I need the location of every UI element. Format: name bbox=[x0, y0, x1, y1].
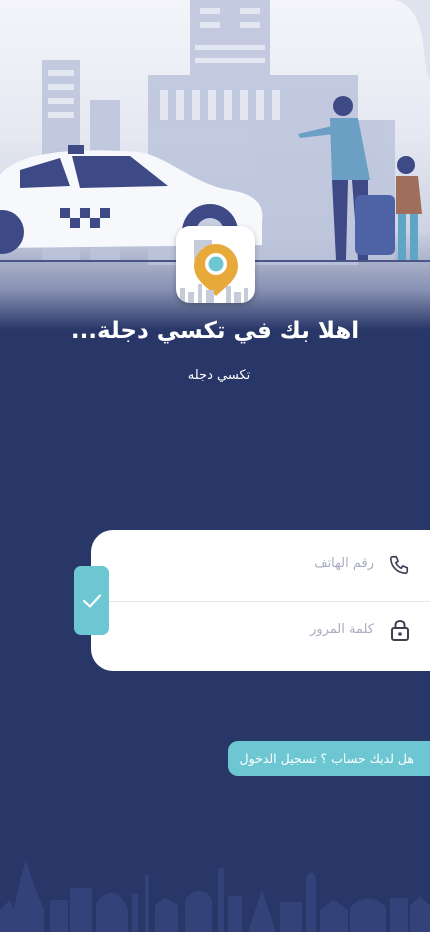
app-logo bbox=[176, 226, 255, 303]
login-form: رقم الهاتف كلمة المرور bbox=[91, 530, 430, 671]
welcome-title: اهلا بك في تكسي دجلة... bbox=[70, 318, 360, 344]
password-placeholder: كلمة المرور bbox=[310, 622, 374, 637]
phone-icon bbox=[388, 554, 410, 580]
check-icon bbox=[82, 593, 101, 608]
lock-icon bbox=[390, 619, 410, 645]
register-link-button[interactable]: هل لديك حساب ؟ تسجيل الدخول bbox=[228, 741, 430, 776]
phone-field[interactable]: رقم الهاتف bbox=[91, 530, 430, 600]
location-pin-icon bbox=[180, 240, 248, 303]
phone-placeholder: رقم الهاتف bbox=[314, 556, 374, 571]
submit-button[interactable] bbox=[74, 566, 109, 635]
city-skyline-silhouette bbox=[0, 860, 430, 932]
app-subtitle: تكسي دجله bbox=[187, 368, 251, 383]
password-field[interactable]: كلمة المرور bbox=[91, 601, 430, 671]
